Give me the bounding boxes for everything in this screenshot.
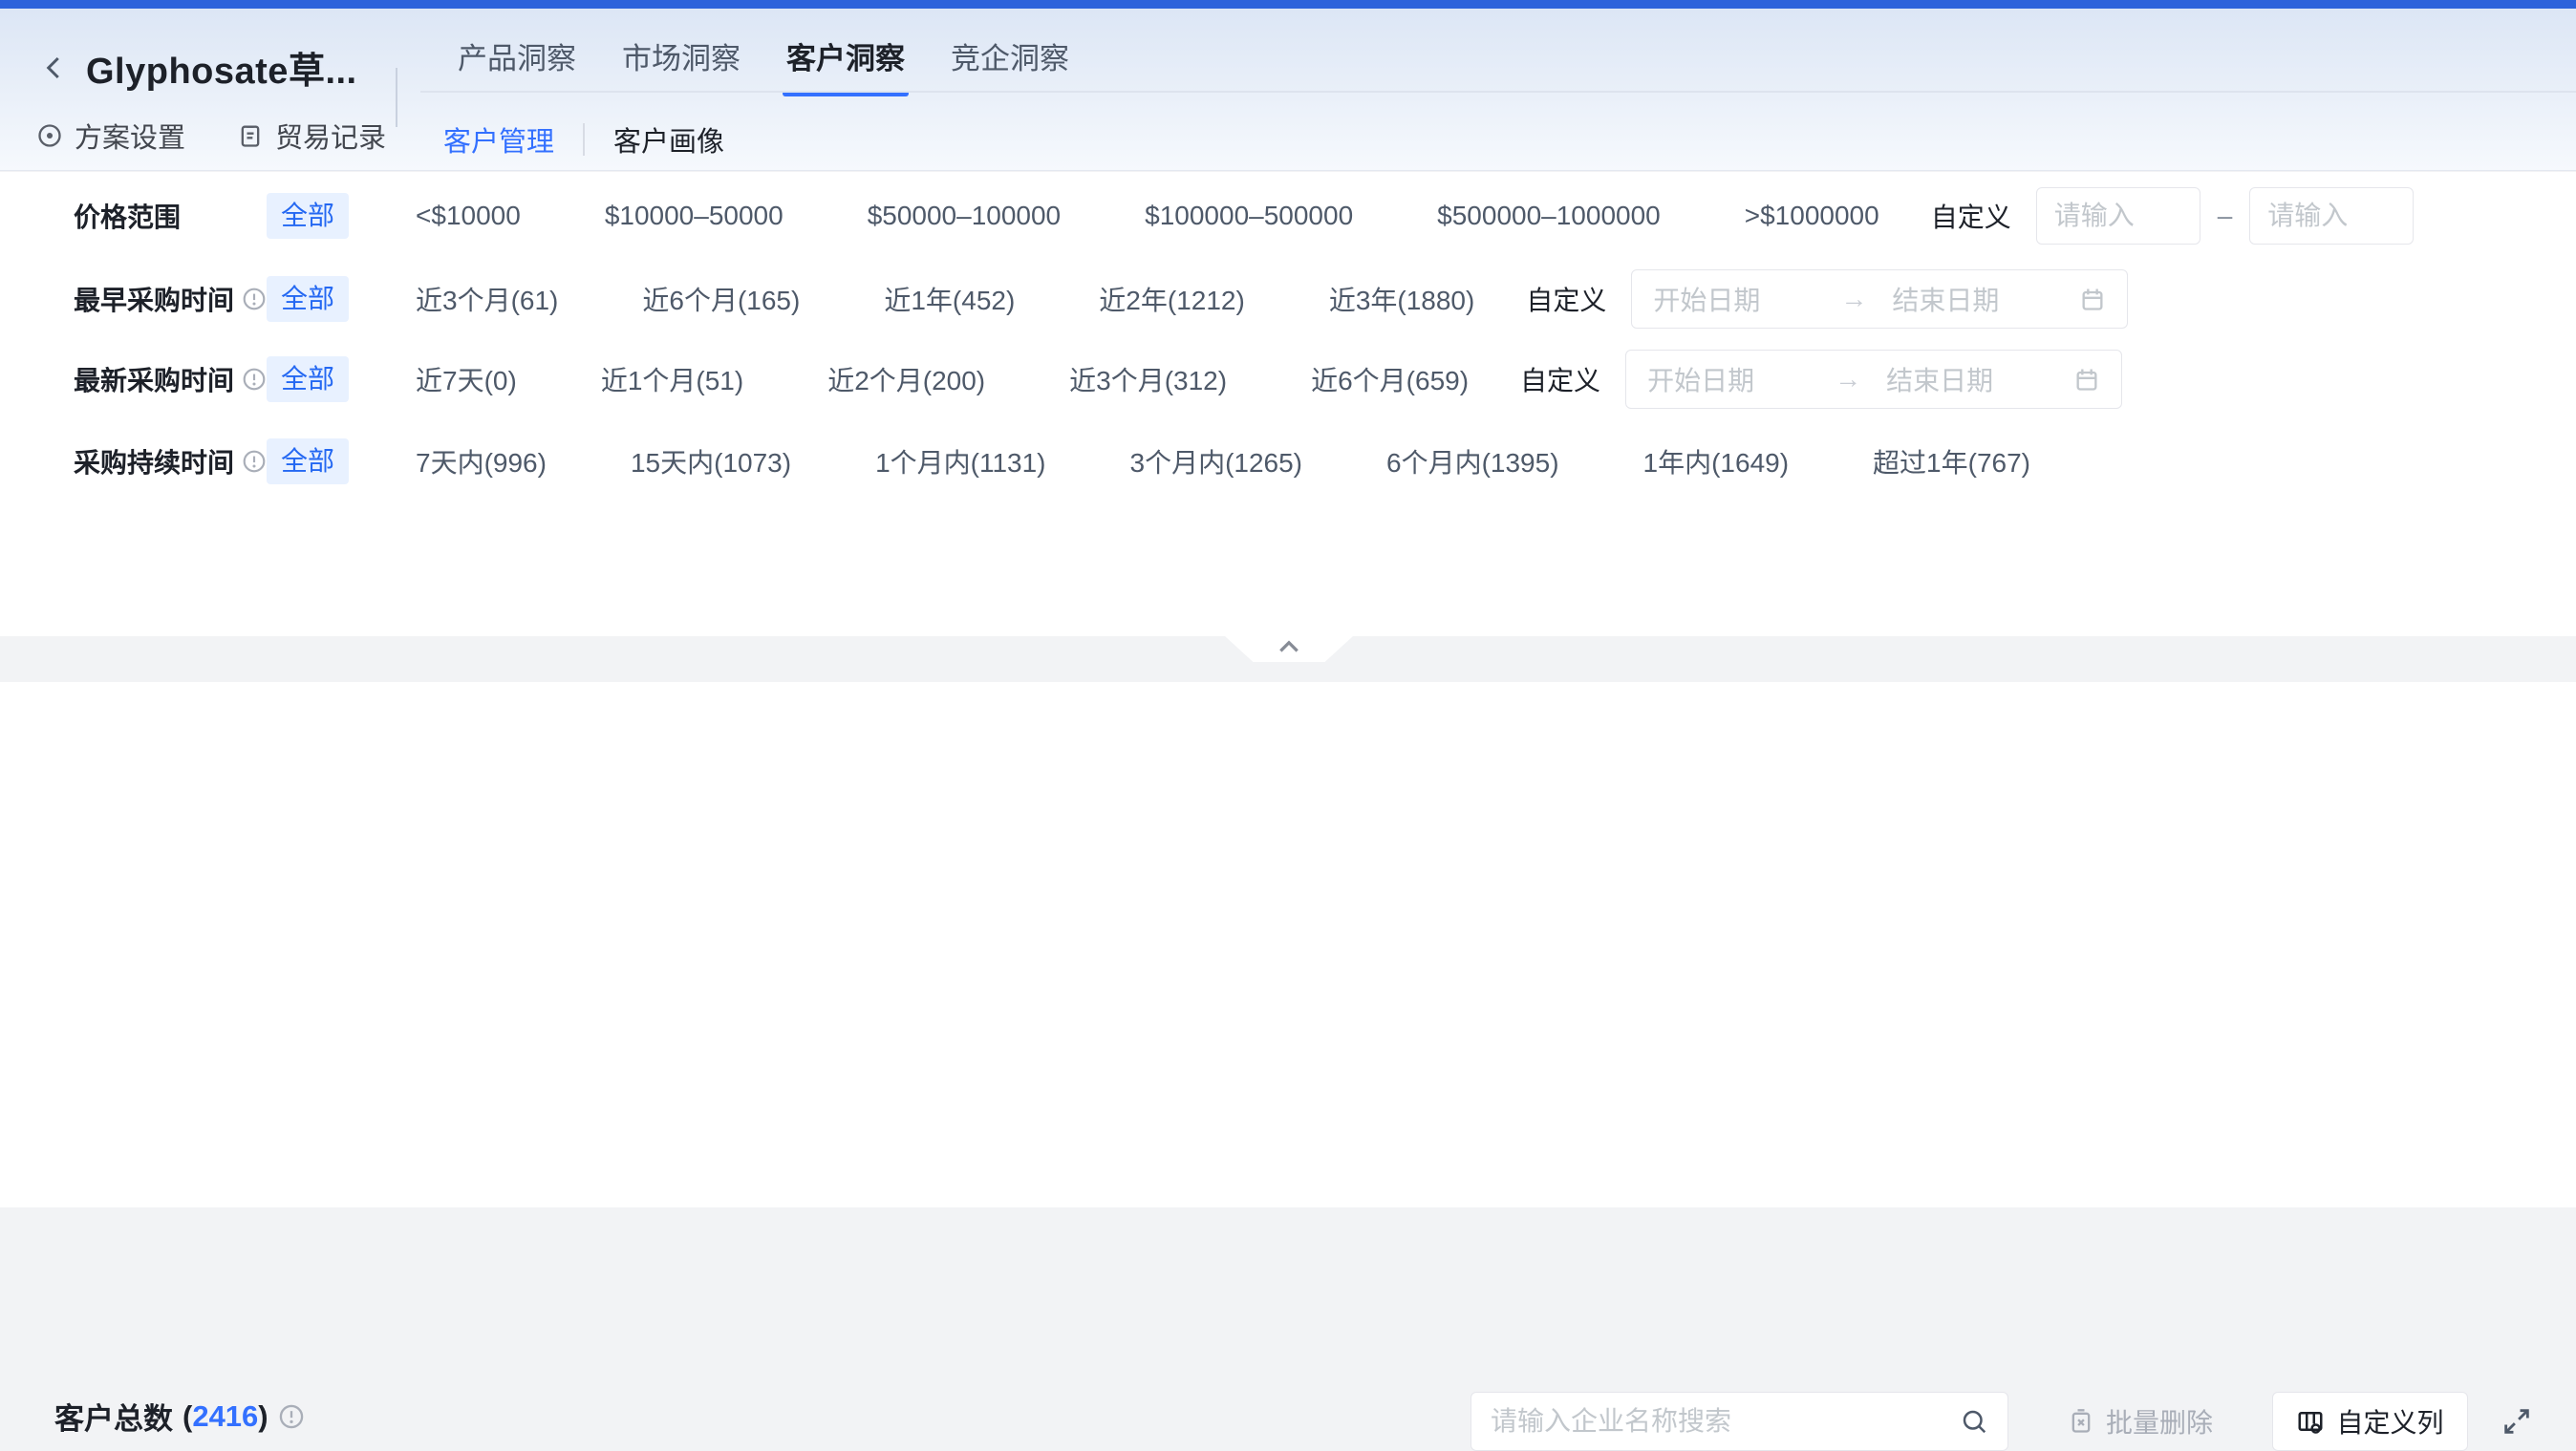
- date-arrow: →: [1835, 364, 1861, 395]
- duration-option[interactable]: 6个月内(1395): [1386, 442, 1559, 480]
- company-search: [1470, 1392, 2008, 1451]
- app-header: Glyphosate草... 方案设置 贸易记录 产品洞察 市场洞察 客户洞察 …: [0, 9, 2576, 171]
- info-icon: [242, 287, 267, 311]
- duration-option[interactable]: 7天内(996): [416, 442, 547, 480]
- filter-label: 最新采购时间: [74, 360, 234, 398]
- calendar-icon: [2079, 286, 2106, 312]
- earliest-option[interactable]: 近1年(452): [884, 280, 1015, 318]
- latest-all-chip[interactable]: 全部: [267, 356, 349, 402]
- price-max-input[interactable]: [2249, 187, 2414, 245]
- primary-tabs: 产品洞察 市场洞察 客户洞察 竞企洞察: [454, 39, 1073, 79]
- fullscreen-icon: [2501, 1405, 2533, 1438]
- price-custom-label[interactable]: 自定义: [1931, 197, 2011, 235]
- top-accent-bar: [0, 0, 2576, 9]
- earliest-date-range-picker[interactable]: 开始日期 → 结束日期: [1631, 269, 2128, 329]
- date-start-placeholder: 开始日期: [1653, 280, 1833, 318]
- customer-total-title: 客户总数 (2416): [54, 1395, 305, 1438]
- header-actions: 方案设置 贸易记录: [36, 116, 386, 156]
- earliest-option[interactable]: 近3个月(61): [416, 280, 558, 318]
- duration-option[interactable]: 超过1年(767): [1873, 442, 2030, 480]
- trade-records-button[interactable]: 贸易记录: [237, 116, 386, 156]
- price-option[interactable]: $500000–1000000: [1437, 201, 1661, 231]
- collapse-filters-button[interactable]: [1225, 636, 1353, 662]
- date-end-placeholder: 结束日期: [1892, 280, 2072, 318]
- info-icon: [278, 1403, 305, 1430]
- filter-row-purchase-duration: 采购持续时间 全部 7天内(996) 15天内(1073) 1个月内(1131)…: [74, 431, 2547, 492]
- table-panel: 客户总数 (2416) 批量删除 自定义列 客户名称 客户来源 客户分层: [0, 682, 2576, 1207]
- tab-customer-management[interactable]: 客户管理: [443, 119, 554, 160]
- info-icon: [242, 449, 267, 474]
- latest-option[interactable]: 近1个月(51): [601, 360, 743, 398]
- price-custom-range: –: [2036, 187, 2415, 245]
- duration-all-chip[interactable]: 全部: [267, 438, 349, 484]
- company-search-input[interactable]: [1491, 1406, 1960, 1437]
- tab-market-insight[interactable]: 市场洞察: [618, 39, 744, 79]
- secondary-tabs: 客户管理 客户画像: [443, 119, 724, 160]
- price-option[interactable]: $50000–100000: [868, 201, 1061, 231]
- filter-row-latest-purchase: 最新采购时间 全部 近7天(0) 近1个月(51) 近2个月(200) 近3个月…: [74, 349, 2547, 410]
- filter-row-earliest-purchase: 最早采购时间 全部 近3个月(61) 近6个月(165) 近1年(452) 近2…: [74, 268, 2547, 330]
- latest-option[interactable]: 近7天(0): [416, 360, 517, 398]
- tab-competitor-insight[interactable]: 竞企洞察: [947, 39, 1073, 79]
- price-option[interactable]: $100000–500000: [1145, 201, 1353, 231]
- tabs-underline-track: [420, 91, 2576, 93]
- earliest-option[interactable]: 近2年(1212): [1099, 280, 1245, 318]
- filter-row-price: 价格范围 全部 <$10000 $10000–50000 $50000–1000…: [74, 185, 2547, 246]
- filter-panel: 价格范围 全部 <$10000 $10000–50000 $50000–1000…: [0, 172, 2576, 636]
- fullscreen-button[interactable]: [2498, 1402, 2536, 1440]
- duration-option[interactable]: 3个月内(1265): [1130, 442, 1303, 480]
- latest-option[interactable]: 近2个月(200): [827, 360, 985, 398]
- batch-delete-icon: [2068, 1408, 2094, 1435]
- price-option[interactable]: >$1000000: [1745, 201, 1879, 231]
- price-option[interactable]: $10000–50000: [605, 201, 784, 231]
- chevron-up-icon: [1277, 636, 1301, 655]
- page: Glyphosate草... 方案设置 贸易记录 产品洞察 市场洞察 客户洞察 …: [0, 0, 2576, 1207]
- custom-columns-icon: [2296, 1407, 2325, 1436]
- tab-product-insight[interactable]: 产品洞察: [454, 39, 580, 79]
- customer-total-label: 客户总数: [54, 1395, 173, 1438]
- latest-option[interactable]: 近3个月(312): [1069, 360, 1227, 398]
- filter-label: 最早采购时间: [74, 280, 234, 318]
- latest-custom-label[interactable]: 自定义: [1520, 360, 1600, 398]
- search-icon[interactable]: [1960, 1407, 1988, 1436]
- duration-option[interactable]: 1个月内(1131): [875, 442, 1045, 480]
- price-option[interactable]: <$10000: [416, 201, 521, 231]
- price-all-chip[interactable]: 全部: [267, 193, 349, 239]
- filter-label: 采购持续时间: [74, 442, 234, 480]
- target-settings-icon: [36, 122, 63, 149]
- filter-label: 价格范围: [74, 197, 181, 235]
- earliest-option[interactable]: 近6个月(165): [642, 280, 800, 318]
- batch-delete-button[interactable]: 批量删除: [2037, 1392, 2243, 1451]
- secondary-tab-divider: [583, 123, 585, 156]
- clipboard-icon: [237, 122, 264, 149]
- date-start-placeholder: 开始日期: [1647, 360, 1827, 398]
- back-button[interactable]: [38, 52, 71, 84]
- chevron-left-icon: [40, 53, 69, 82]
- date-end-placeholder: 结束日期: [1886, 360, 2066, 398]
- range-separator: –: [2218, 201, 2233, 231]
- price-min-input[interactable]: [2036, 187, 2200, 245]
- tab-customer-profile[interactable]: 客户画像: [613, 119, 724, 160]
- customer-count: 2416: [192, 1399, 258, 1433]
- duration-option[interactable]: 1年内(1649): [1643, 442, 1790, 480]
- earliest-all-chip[interactable]: 全部: [267, 276, 349, 322]
- page-title: Glyphosate草...: [86, 41, 357, 94]
- latest-option[interactable]: 近6个月(659): [1311, 360, 1469, 398]
- earliest-custom-label[interactable]: 自定义: [1526, 280, 1606, 318]
- title-row: Glyphosate草...: [38, 41, 357, 94]
- calendar-icon: [2073, 366, 2100, 393]
- date-arrow: →: [1840, 284, 1867, 314]
- duration-option[interactable]: 15天内(1073): [631, 442, 791, 480]
- tab-customer-insight[interactable]: 客户洞察: [783, 39, 909, 79]
- info-icon: [242, 367, 267, 392]
- latest-date-range-picker[interactable]: 开始日期 → 结束日期: [1625, 350, 2122, 409]
- plan-settings-button[interactable]: 方案设置: [36, 116, 185, 156]
- custom-columns-button[interactable]: 自定义列: [2272, 1392, 2468, 1451]
- header-divider: [396, 68, 397, 127]
- earliest-option[interactable]: 近3年(1880): [1329, 280, 1475, 318]
